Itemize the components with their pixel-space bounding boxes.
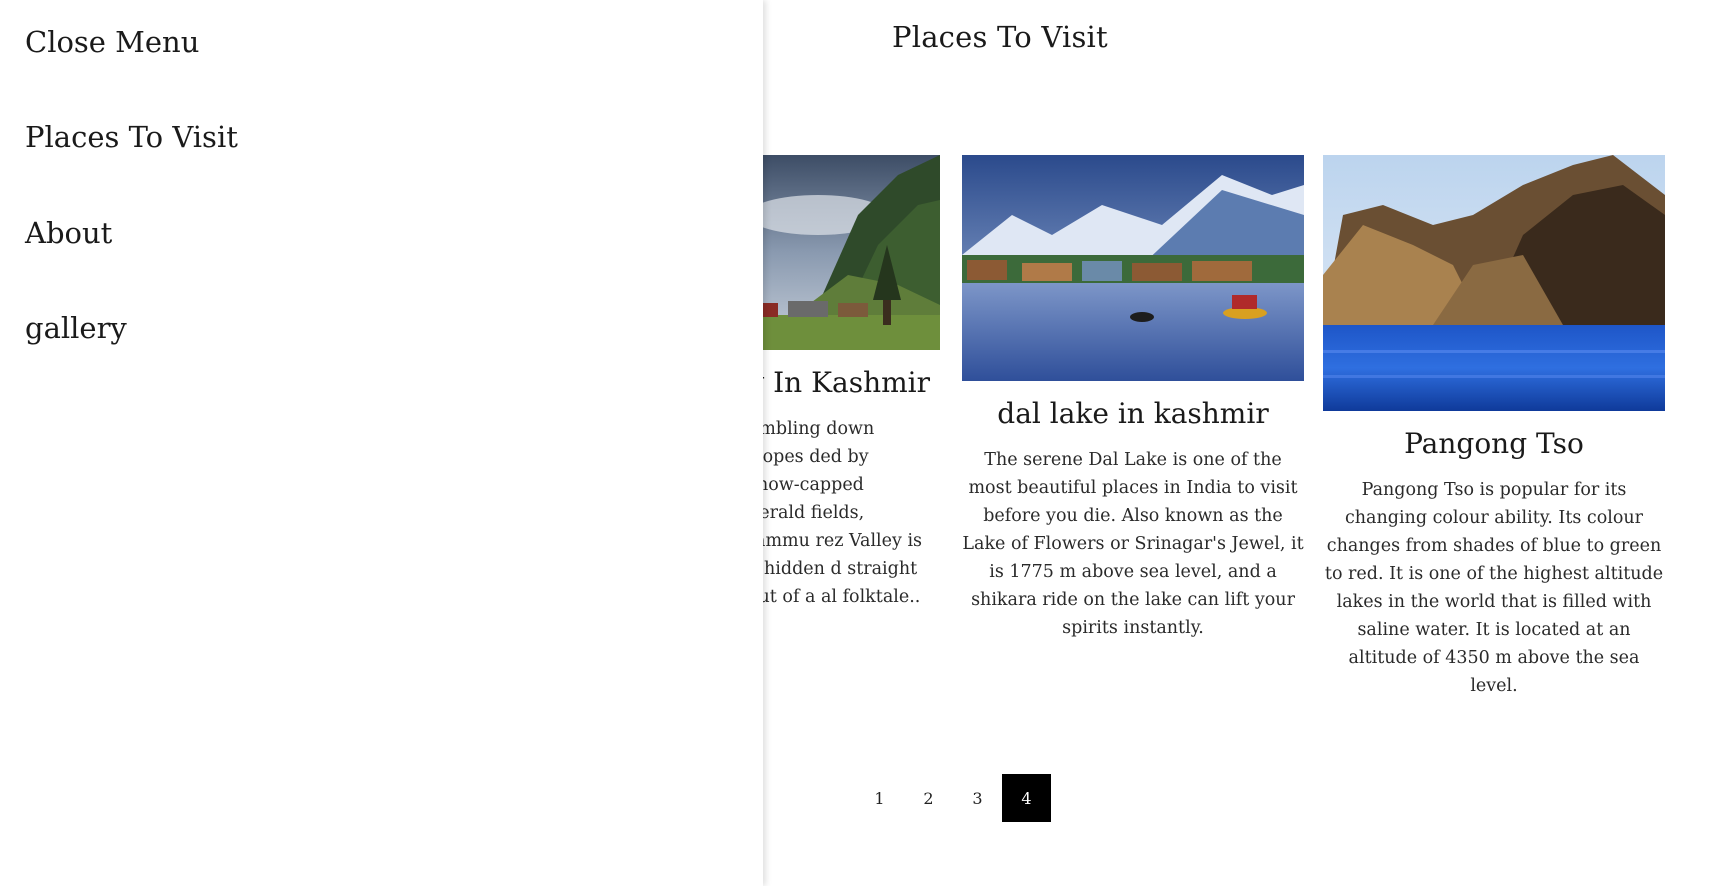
menu-item-gallery[interactable]: gallery [25,311,127,345]
card-title: dal lake in kashmir [997,397,1269,430]
page-title: Places To Visit [892,20,1108,54]
page-button-3[interactable]: 3 [953,774,1002,822]
place-card: Pangong Tso Pangong Tso is popular for i… [1323,155,1665,700]
close-menu-button[interactable]: Close Menu [25,25,199,59]
pagination: 1 2 3 4 [855,774,1051,822]
place-card: dal lake in kashmir The serene Dal Lake … [962,155,1304,642]
card-description: Pangong Tso is popular for its changing … [1324,480,1664,696]
side-menu: Close Menu Places To Visit About gallery [0,0,763,886]
page-button-4-active[interactable]: 4 [1002,774,1051,822]
page-button-2[interactable]: 2 [904,774,953,822]
page: Places To Visit y In Kashmir umbling dow… [0,0,1729,886]
menu-item-about[interactable]: About [25,216,112,250]
card-description: The serene Dal Lake is one of the most b… [962,450,1304,638]
pangong-lake-photo [1323,155,1665,411]
card-title: Pangong Tso [1404,427,1584,460]
dal-lake-photo [962,155,1304,381]
menu-item-places-to-visit[interactable]: Places To Visit [25,120,238,154]
page-button-1[interactable]: 1 [855,774,904,822]
